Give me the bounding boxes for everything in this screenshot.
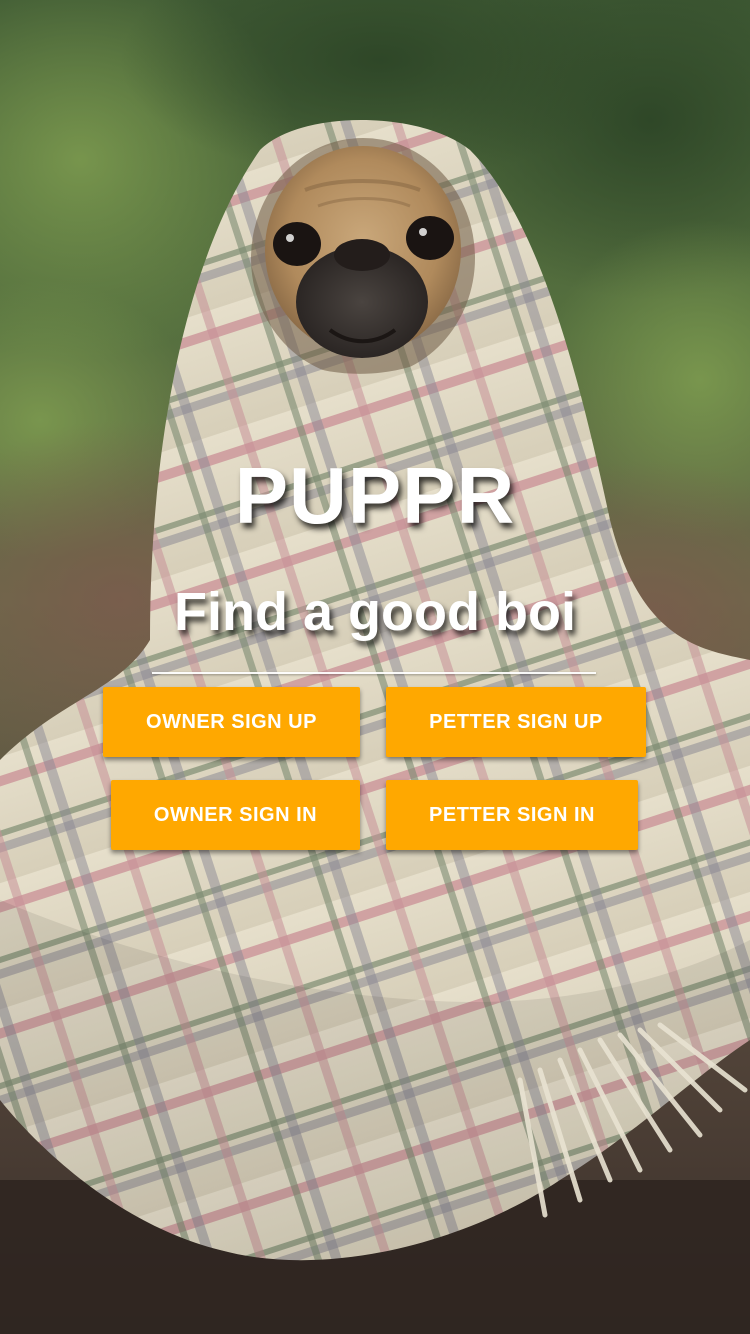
owner-sign-in-button[interactable]: OWNER SIGN IN [111,780,360,850]
app-title: PUPPR [234,451,516,540]
petter-sign-up-button[interactable]: PETTER SIGN UP [386,687,646,757]
owner-sign-up-button[interactable]: OWNER SIGN UP [103,687,360,757]
divider [152,672,596,674]
petter-sign-in-button[interactable]: PETTER SIGN IN [386,780,638,850]
landing-screen: PUPPR Find a good boi OWNER SIGN UP PETT… [0,0,750,1334]
tagline: Find a good boi [174,582,576,642]
